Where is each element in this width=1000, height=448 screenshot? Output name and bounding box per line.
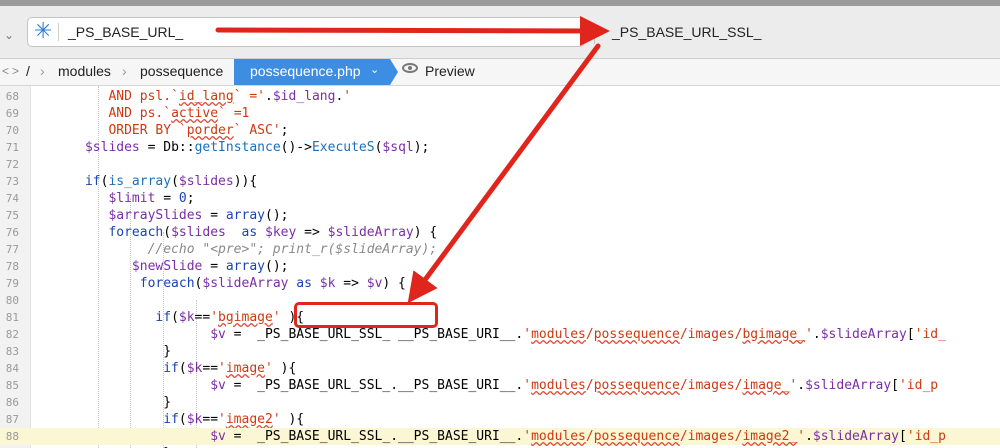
annotation-arrows — [215, 15, 610, 304]
arrow-replace-to-code — [407, 43, 601, 304]
arrow-find-to-replace — [215, 15, 610, 46]
